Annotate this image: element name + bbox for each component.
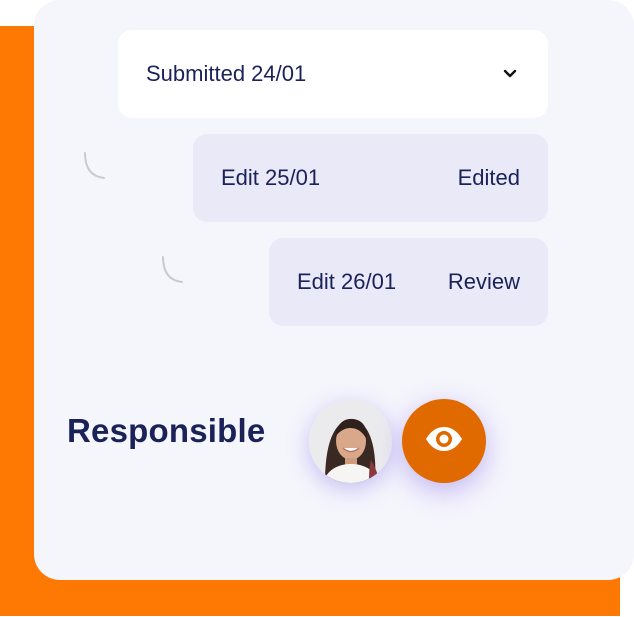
connector-line — [82, 150, 108, 187]
edit-status: Edited — [457, 165, 520, 190]
dropdown-label: Submitted 24/01 — [146, 61, 307, 86]
eye-icon — [424, 426, 464, 457]
chevron-down-icon — [500, 64, 520, 84]
submitted-dropdown[interactable]: Submitted 24/01 — [118, 30, 548, 118]
view-button[interactable] — [402, 399, 486, 483]
edit-row[interactable]: Edit 25/01 Edited — [193, 134, 548, 222]
edit-label: Edit 26/01 — [297, 269, 397, 294]
avatar[interactable] — [309, 400, 392, 483]
edit-row[interactable]: Edit 26/01 Review — [269, 238, 548, 326]
connector-line — [160, 254, 186, 291]
responsible-label: Responsible — [67, 412, 266, 449]
edit-status: Review — [447, 269, 520, 294]
edit-label: Edit 25/01 — [221, 165, 321, 190]
